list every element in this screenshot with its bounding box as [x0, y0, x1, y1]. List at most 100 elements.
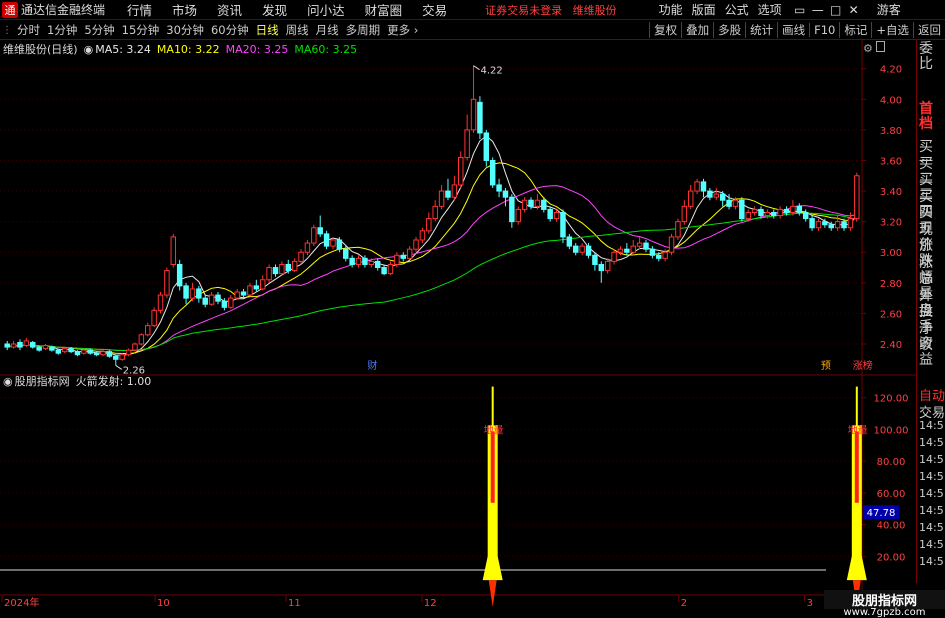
candle-body — [636, 242, 643, 247]
candle-body — [132, 343, 138, 351]
f10-button[interactable]: F10 — [809, 23, 839, 37]
window-toggle-icon[interactable] — [876, 41, 885, 52]
sub-tick-label: 80.00 — [877, 457, 906, 468]
legend-toggle-icon[interactable]: ◉ — [84, 43, 94, 56]
statistics-button[interactable]: 统计 — [745, 22, 777, 38]
menu-item-ask[interactable]: 问小达 — [307, 0, 345, 19]
candle-body — [777, 208, 783, 217]
candle-body — [841, 221, 847, 229]
tick-panel-item: 14:5 — [919, 504, 944, 517]
candle-body — [100, 351, 106, 356]
candle-body — [534, 199, 541, 207]
candle-body — [42, 345, 49, 350]
price-tick-label: 4.20 — [880, 65, 902, 76]
candle-body — [362, 257, 368, 265]
candle-body — [279, 263, 285, 275]
tab-timeshare[interactable]: 分时 — [14, 22, 43, 38]
tab-multi-period[interactable]: 多周期 — [343, 22, 384, 38]
sub-tick-label: 40.00 — [877, 521, 906, 532]
trade-login-notice[interactable]: 证券交易未登录 维维股份 — [485, 2, 617, 18]
candle-body — [643, 242, 649, 250]
menu-item-options[interactable]: 选项 — [758, 1, 782, 18]
menu-item-trade[interactable]: 交易 — [422, 0, 447, 19]
tab-30min[interactable]: 30分钟 — [163, 22, 207, 38]
candle-body — [144, 325, 151, 336]
tab-5min[interactable]: 5分钟 — [81, 22, 117, 38]
date-tick-label: 2024年 — [4, 596, 39, 609]
add-watchlist-button[interactable]: +自选 — [871, 22, 913, 38]
menu-item-wealth-circle[interactable]: 财富圈 — [365, 0, 403, 19]
candle-body — [36, 346, 42, 351]
timeframe-toolbar: ⋮ 分时 1分钟 5分钟 15分钟 30分钟 60分钟 日线 周线 月线 多周期… — [0, 21, 945, 40]
candle-body — [438, 190, 445, 207]
tick-panel-item: 14:5 — [919, 470, 944, 483]
draw-line-button[interactable]: 画线 — [777, 22, 809, 38]
close-icon[interactable]: ✕ — [845, 3, 863, 17]
settings-icon[interactable]: ⚙ — [863, 42, 873, 55]
candle-body — [585, 245, 592, 256]
tab-60min[interactable]: 60分钟 — [208, 22, 252, 38]
candle-body — [298, 251, 304, 262]
menu-item-discover[interactable]: 发现 — [262, 0, 287, 19]
menu-item-quotes[interactable]: 行情 — [127, 0, 152, 19]
tab-15min[interactable]: 15分钟 — [119, 22, 163, 38]
event-marker-forecast: 预 — [821, 360, 831, 372]
adjust-button[interactable]: 复权 — [649, 22, 681, 38]
menu-item-function[interactable]: 功能 — [659, 1, 683, 18]
sub-tick-label: 60.00 — [877, 489, 906, 500]
tab-more[interactable]: 更多 › — [384, 22, 421, 38]
candle-body — [317, 227, 323, 235]
guest-login-button[interactable]: 游客 — [877, 1, 901, 18]
candle-body — [739, 199, 745, 220]
candle-body — [783, 208, 790, 213]
candle-body — [49, 346, 55, 351]
multi-stock-button[interactable]: 多股 — [713, 22, 745, 38]
menu-item-formula[interactable]: 公式 — [725, 1, 749, 18]
menu-item-market[interactable]: 市场 — [172, 0, 197, 19]
price-tick-label: 2.60 — [880, 309, 902, 320]
tick-panel-item: 14:5 — [919, 538, 944, 551]
candle-body — [125, 349, 132, 356]
candle-body — [291, 260, 298, 272]
quote-panel-item: 委比 — [919, 41, 933, 72]
back-button[interactable]: 返回 — [913, 22, 945, 38]
menu-item-layout[interactable]: 版面 — [692, 1, 716, 18]
candle-body — [656, 254, 662, 259]
candle-body — [592, 254, 598, 265]
tab-weekly[interactable]: 周线 — [283, 22, 312, 38]
overlay-button[interactable]: 叠加 — [681, 22, 713, 38]
candle-body — [707, 190, 713, 198]
sub-legend-toggle-icon[interactable]: ◉ — [3, 375, 13, 388]
rocket-spike — [855, 386, 858, 430]
candle-body — [854, 175, 860, 220]
candle-body — [566, 236, 573, 247]
tick-panel-item: 14:5 — [919, 555, 944, 568]
stock-name-notice: 维维股份 — [572, 3, 617, 17]
tick-panel-item: 14:5 — [919, 419, 944, 432]
minimize-icon[interactable]: — — [809, 3, 827, 17]
candle-body — [113, 355, 119, 360]
app-title: 通达信金融终端 — [21, 3, 106, 17]
candle-body — [719, 193, 726, 201]
maximize-icon[interactable]: □ — [827, 3, 845, 17]
candle-body — [470, 98, 477, 131]
mark-button[interactable]: 标记 — [839, 22, 871, 38]
candle-body — [432, 205, 438, 220]
candle-body — [17, 341, 23, 348]
candle-body — [183, 285, 189, 299]
candle-body — [726, 199, 732, 207]
kline-chart[interactable]: 4.20 4.00 3.80 3.60 3.40 3.20 3.00 2.80 2.60 2.40… — [0, 40, 916, 609]
date-tick-label: 10 — [157, 598, 170, 609]
tab-monthly[interactable]: 月线 — [313, 22, 342, 38]
candle-body — [489, 159, 496, 186]
candle-body — [215, 294, 221, 302]
candle-body — [311, 227, 317, 244]
restore-window-icon[interactable]: ▭ — [791, 3, 809, 17]
tab-daily[interactable]: 日线 — [253, 22, 282, 38]
candle-body — [368, 260, 375, 265]
date-tick-label: 11 — [288, 598, 301, 609]
tab-1min[interactable]: 1分钟 — [44, 22, 80, 38]
candle-body — [87, 349, 93, 354]
candle-body — [713, 193, 720, 198]
menu-item-news[interactable]: 资讯 — [217, 0, 242, 19]
